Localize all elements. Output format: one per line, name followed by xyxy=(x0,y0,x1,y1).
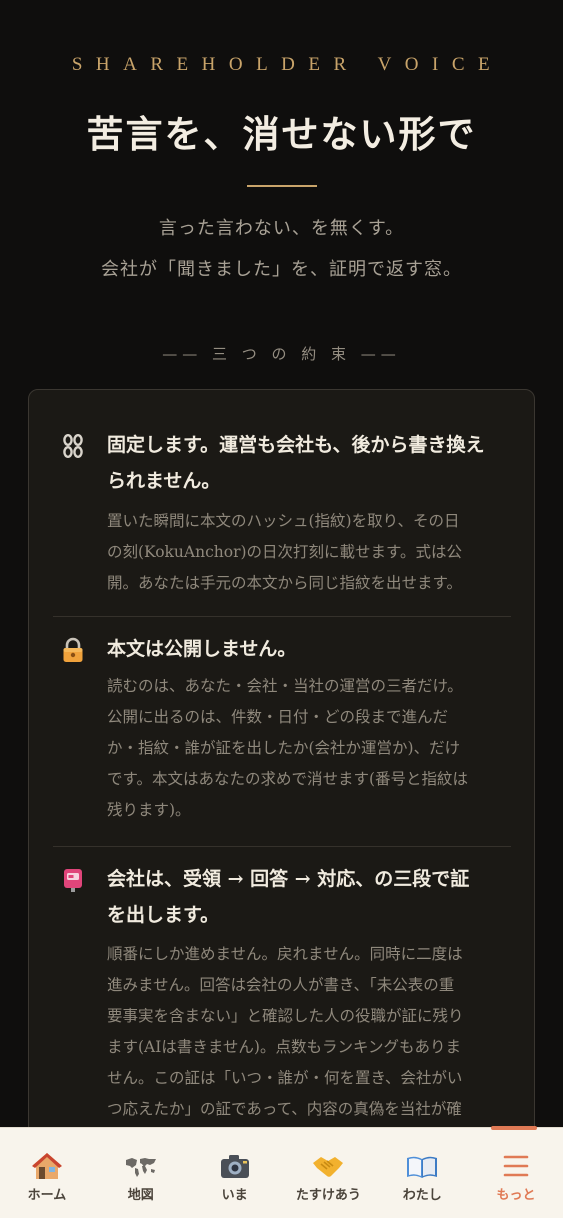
promises-card: 固定します。運営も会社も、後から書き換え られません。 置いた瞬間に本文のハッシ… xyxy=(28,389,535,1127)
camera-icon xyxy=(220,1155,249,1178)
eyebrow-label: SHAREHOLDER VOICE xyxy=(71,54,504,75)
shareholder-voice-page: SHAREHOLDER VOICE 苦言を、消せない形で 言った言わない、を無く… xyxy=(0,0,563,1127)
subtitle-line-2: 会社が「聞きました」を、証明で返す窓。 xyxy=(101,259,462,280)
section-label: —— 三 つ の 約 束 —— xyxy=(162,345,401,363)
house-icon xyxy=(31,1153,62,1179)
tab-help-each-other[interactable]: たすけあう xyxy=(281,1128,375,1218)
promise-divider xyxy=(53,616,511,617)
tab-home[interactable]: ホーム xyxy=(0,1128,94,1218)
bottom-tab-bar: ホーム 地図 いま たすけあう わたし もっと xyxy=(0,1126,563,1218)
tab-more[interactable]: もっと xyxy=(469,1126,563,1218)
promise-body: 読むのは、あなた・会社・当社の運営の三者だけ。 公開に出るのは、件数・日付・どの… xyxy=(107,677,468,819)
promise-heading: 会社は、受領 → 回答 → 対応、の三段で証 を出します。 xyxy=(107,868,470,926)
menu-icon xyxy=(503,1155,529,1177)
postbox-icon xyxy=(64,869,82,892)
tab-me[interactable]: わたし xyxy=(375,1128,469,1218)
handshake-icon xyxy=(313,1157,344,1177)
promise-body: 順番にしか進めません。戻れません。同時に二度は 進みません。回答は会社の人が書き… xyxy=(107,945,464,1118)
active-tab-indicator xyxy=(491,1126,538,1130)
title-underline xyxy=(247,185,317,187)
promise-heading: 固定します。運営も会社も、後から書き換え られません。 xyxy=(107,434,485,492)
promise-heading: 本文は公開しません。 xyxy=(107,638,297,660)
promise-body: 置いた瞬間に本文のハッシュ(指紋)を取り、その日 の刻(KokuAnchor)の… xyxy=(107,512,462,592)
chain-link-icon xyxy=(63,433,83,459)
promise-divider xyxy=(53,846,511,847)
page-title: 苦言を、消せない形で xyxy=(86,112,477,156)
tab-now[interactable]: いま xyxy=(188,1128,282,1218)
lock-icon xyxy=(63,637,83,662)
subtitle-line-1: 言った言わない、を無くす。 xyxy=(158,218,405,239)
open-book-icon xyxy=(407,1156,438,1178)
tab-map[interactable]: 地図 xyxy=(94,1128,188,1218)
world-map-icon xyxy=(125,1158,156,1177)
